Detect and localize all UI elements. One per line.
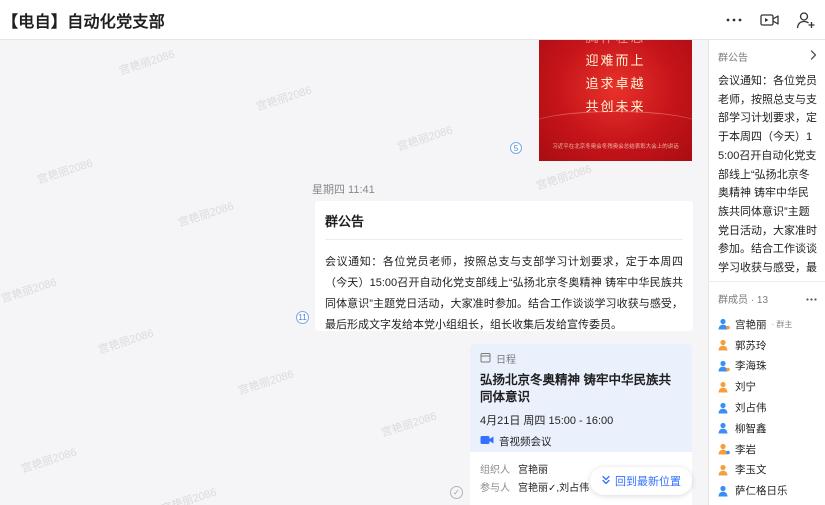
sidebar-notice-header[interactable]: 群公告 [709,40,825,72]
member-name: 李玉文 [735,464,767,477]
watermark: 宫艳丽2086 [236,368,296,398]
member-avatar-icon [718,340,728,351]
member-avatar-icon [718,444,730,455]
chat-title: 【电自】自动化党支部 [2,13,166,31]
member-item[interactable]: 宫艳丽 · 群主 [709,314,825,335]
read-status-check-icon[interactable]: ✓ [450,486,463,499]
poster-line: 胸怀壮志 [539,40,692,49]
member-name: 郭苏玲 [735,339,767,352]
event-participants: 宫艳丽✓,刘占伟 [518,483,590,494]
event-label-row: 日程 [480,351,682,366]
notice-card-body: 会议通知：各位党员老师，按照总支与支部学习计划要求，定于本周四（今天）15:00… [325,256,683,331]
calendar-icon [480,352,491,366]
add-member-icon[interactable] [795,9,817,31]
poster-line: 追求卓越 [585,76,646,91]
jump-to-latest-label: 回到最新位置 [615,476,681,488]
sidebar-members-header[interactable]: 群成员 · 13 [709,282,825,314]
jump-to-latest-button[interactable]: 回到最新位置 [590,467,692,495]
chat-message-area[interactable]: 宫艳丽2086 宫艳丽2086 宫艳丽2086 宫艳丽2086 宫艳丽2086 … [0,40,708,505]
member-name: 刘宁 [735,381,756,394]
more-icon[interactable] [723,9,745,31]
video-call-icon[interactable] [759,9,781,31]
member-item[interactable]: 萨仁格日乐 [709,480,825,501]
message-timestamp: 星期四 11:41 [312,184,375,196]
sidebar-notice-title: 群公告 [718,52,748,64]
event-meeting-label: 音视频会议 [499,436,552,448]
event-meeting-link[interactable]: 音视频会议 [480,434,682,449]
event-card-header: 日程 弘扬北京冬奥精神 铸牢中华民族共同体意识 4月21日 周四 15:00 -… [470,344,692,452]
poster-wave-decoration [539,111,692,141]
poster-caption: 习近平在北京冬奥会冬残奥会总结表彰大会上的讲话 [552,144,679,150]
member-name: 李岩 [735,443,756,456]
watermark: 宫艳丽2086 [176,200,236,230]
member-item[interactable]: 李岩 [709,439,825,460]
event-organizer-key: 组织人 [480,465,510,476]
member-item[interactable]: 李海珠 [709,356,825,377]
member-item[interactable]: 李玉文 [709,460,825,481]
watermark: 宫艳丽2086 [0,276,59,306]
poster-line: 迎难而上 [585,53,646,68]
member-item[interactable]: 宫阳顺格东图 [709,501,825,505]
member-list: 宫艳丽 · 群主郭苏玲李海珠刘宁刘占伟柳智鑫李岩李玉文萨仁格日乐宫阳顺格东图 [709,314,825,505]
member-item[interactable]: 柳智鑫 [709,418,825,439]
watermark: 宫艳丽2086 [35,157,95,187]
video-meeting-icon [480,435,494,448]
member-name: 柳智鑫 [735,422,767,435]
member-avatar-icon [718,360,730,372]
member-name: 刘占伟 [735,402,767,415]
watermark: 宫艳丽2086 [534,163,594,193]
group-info-sidebar: 群公告 会议通知：各位党员老师，按照总支与支部学习计划要求，定于本周四（今天）1… [708,40,825,505]
event-organizer: 宫艳丽 [518,465,548,476]
sidebar-notice-text: 会议通知：各位党员老师，按照总支与支部学习计划要求，定于本周四（今天）15:00… [718,75,817,275]
more-icon[interactable] [806,293,817,304]
chevron-right-icon [810,49,817,63]
member-avatar-icon [718,381,728,393]
member-avatar-icon [718,423,728,434]
member-item[interactable]: 刘占伟 [709,397,825,418]
member-avatar-icon [718,464,728,476]
event-title: 弘扬北京冬奥精神 铸牢中华民族共同体意识 [480,373,671,404]
event-participants-key: 参与人 [480,483,510,494]
member-item[interactable]: 刘宁 [709,376,825,397]
watermark: 宫艳丽2086 [19,446,79,476]
event-time: 4月21日 周四 15:00 - 16:00 [480,415,614,427]
member-avatar-icon [718,319,730,330]
watermark: 宫艳丽2086 [254,84,314,114]
group-notice-message[interactable]: 群公告 会议通知：各位党员老师，按照总支与支部学习计划要求，定于本周四（今天）1… [315,201,693,331]
sidebar-members-title: 群成员 · 13 [718,294,769,306]
member-avatar-icon [718,485,728,497]
watermark: 宫艳丽2086 [379,410,439,440]
watermark: 宫艳丽2086 [395,124,455,154]
notice-card-title: 群公告 [325,211,683,240]
member-name: 李海珠 [735,360,767,373]
poster-image-message[interactable]: 胸怀壮志 迎难而上 追求卓越 共创未来 习近平在北京冬奥会冬残奥会总结表彰大会上… [539,40,692,161]
read-count-badge[interactable]: 11 [296,311,309,324]
watermark: 宫艳丽2086 [159,486,219,505]
watermark: 宫艳丽2086 [117,48,177,78]
member-role-tag: · 群主 [771,319,793,329]
watermark: 宫艳丽2086 [96,327,156,357]
member-name: 萨仁格日乐 [735,485,788,498]
double-chevron-down-icon [601,475,611,488]
read-count-badge[interactable]: 5 [510,142,522,154]
member-name: 宫艳丽 [735,318,767,331]
member-avatar-icon [718,402,728,414]
member-item[interactable]: 郭苏玲 [709,335,825,356]
event-label: 日程 [496,355,516,366]
header-actions [723,9,817,31]
chat-header: 【电自】自动化党支部 [0,0,825,40]
